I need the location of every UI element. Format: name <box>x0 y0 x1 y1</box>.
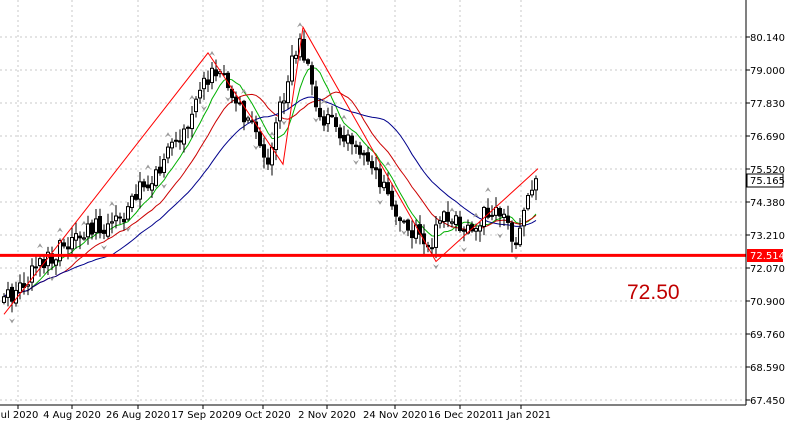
x-tick-label: 4 Aug 2020 <box>43 410 101 421</box>
support-annotation: 72.50 <box>627 281 680 304</box>
x-tick-label: 11 Jan 2021 <box>491 410 551 421</box>
y-tick-label: 73.210 <box>750 231 785 242</box>
x-tick-label: 16 Dec 2020 <box>428 410 492 421</box>
y-tick-label: 68.590 <box>750 363 785 374</box>
y-tick-label: 74.380 <box>750 198 785 209</box>
support-price-label: 72.514 <box>750 251 785 262</box>
y-tick-label: 72.070 <box>750 264 785 275</box>
y-tick-label: 79.000 <box>750 66 785 77</box>
x-tick-label: Jul 2020 <box>0 410 38 421</box>
y-tick-label: 77.830 <box>750 99 785 110</box>
y-tick-label: 80.140 <box>750 33 785 44</box>
chart-canvas: 80.14079.00077.83076.69075.52074.38073.2… <box>0 0 788 427</box>
x-tick-label: 17 Sep 2020 <box>171 410 234 421</box>
candle <box>526 192 530 211</box>
y-tick-label: 76.690 <box>750 132 785 143</box>
current-price-label: 75.165 <box>750 176 785 187</box>
x-tick-label: 26 Aug 2020 <box>106 410 170 421</box>
y-tick-label: 69.760 <box>750 330 785 341</box>
y-tick-label: 70.900 <box>750 297 785 308</box>
support-price-tag: 72.514 <box>747 249 785 262</box>
y-tick-label: 67.450 <box>750 396 785 407</box>
current-price-tag: 75.165 <box>746 173 785 188</box>
x-tick-label: 24 Nov 2020 <box>363 410 427 421</box>
chart: 80.140 79.000 77.830 76.690 75.520 74.380 73.2… <box>0 0 788 427</box>
x-tick-label: 2 Nov 2020 <box>298 410 356 421</box>
x-tick-label: 9 Oct 2020 <box>235 410 290 421</box>
